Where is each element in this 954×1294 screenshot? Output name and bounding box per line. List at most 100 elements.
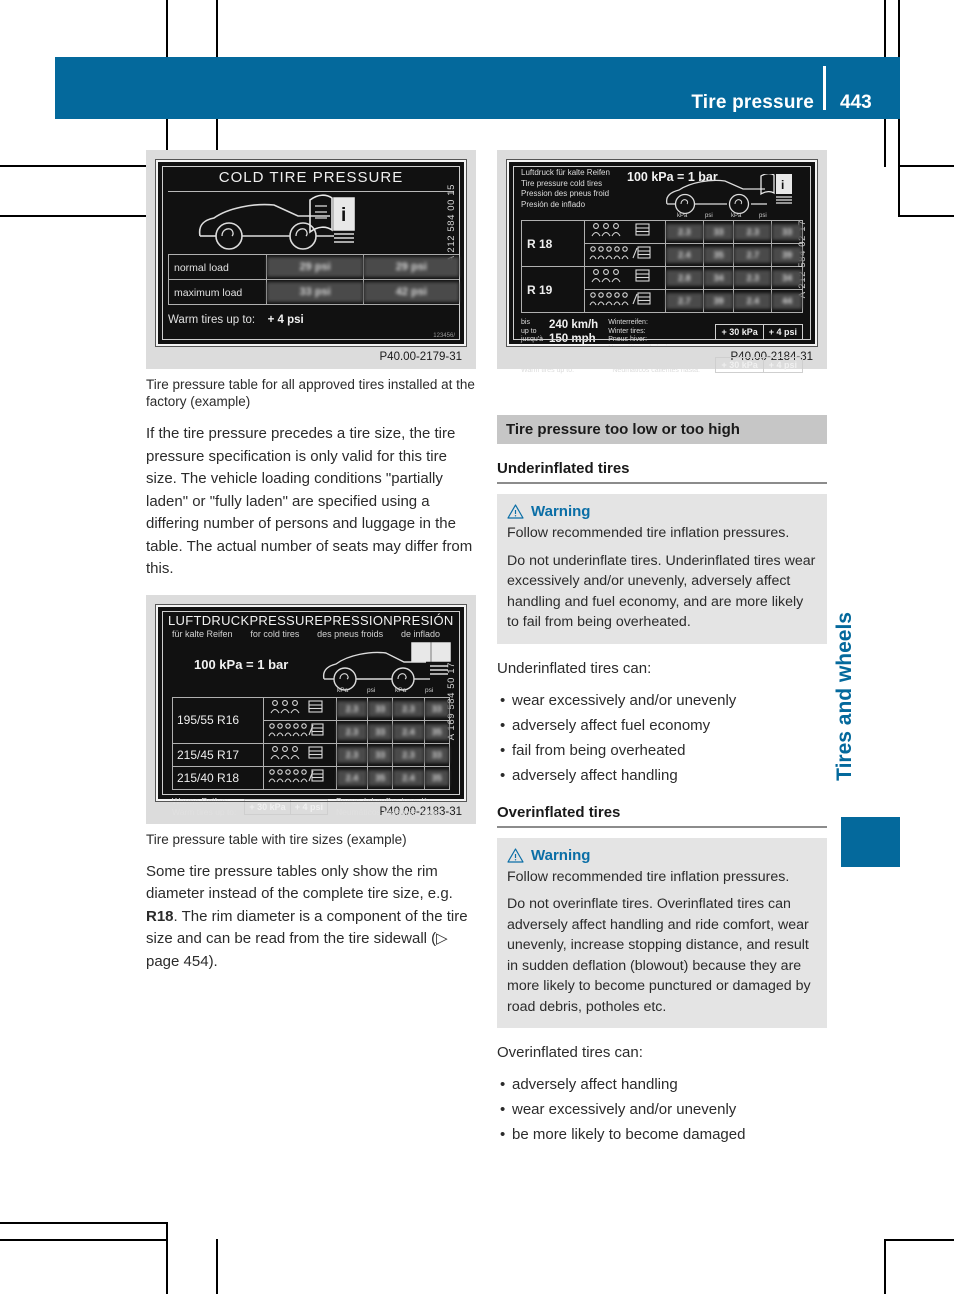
figure-cold-tire-pressure: COLD TIRE PRESSURE A 212 584 00 15 i nor…	[146, 150, 476, 369]
plate-rim-pressure: A 212 584 02 17 Luftdruck für kalte Reif…	[506, 159, 818, 374]
plate-cold-tire-pressure: COLD TIRE PRESSURE A 212 584 00 15 i nor…	[155, 159, 467, 347]
warning-header: Warning	[507, 503, 817, 520]
cropmark-tl-h1	[0, 165, 168, 167]
warm-value-kpa: + 30 kPa	[716, 358, 764, 372]
header-line-en: Tire pressure cold tires	[521, 178, 603, 188]
pressure-value: 2.4	[666, 247, 703, 263]
chapter-tab-label: Tires and wheels	[833, 612, 856, 781]
plate-title-de: LUFTDRUCK	[168, 612, 250, 628]
car-and-book-icon: i	[198, 194, 355, 250]
speed-mph: 150 mph	[548, 333, 596, 345]
warm-label-en: Warm tires up to:	[521, 367, 575, 374]
winter-value-box: + 30 kPa + 4 psi	[715, 324, 803, 340]
paragraph-rim-diameter: Some tire pressure tables only show the …	[146, 861, 476, 974]
pressure-value: 34	[772, 270, 802, 286]
pressure-value: 35	[424, 769, 449, 786]
pressure-value: 2.4	[337, 769, 368, 786]
pressure-value: 2.8	[666, 270, 703, 286]
warning-box-overinflated: Warning Follow recommended tire inflatio…	[497, 837, 827, 1028]
page-number: 443	[840, 92, 872, 113]
car-and-book-icon: i kPa psi kPa psi	[665, 174, 792, 219]
warm-value-psi: + 4 psi	[768, 360, 797, 370]
pressure-value: 42 psi	[363, 282, 459, 302]
table-row: 215/45 R17 2.3 33 2.3 33	[172, 742, 451, 767]
pressure-value: 33	[368, 746, 393, 763]
pressure-value: 35	[424, 723, 449, 740]
cropmark-bl-v1	[166, 1222, 168, 1294]
winter-label-en: Winter tires:	[608, 327, 646, 335]
left-column: COLD TIRE PRESSURE A 212 584 00 15 i nor…	[146, 150, 476, 973]
winter-label-fr: Pneus hiver:	[608, 336, 648, 343]
speed-label-es: hasta	[521, 344, 539, 352]
pressure-value: 2.3	[337, 746, 368, 763]
subheading-underinflated: Underinflated tires	[497, 460, 827, 484]
pressure-value: 2.3	[734, 224, 772, 240]
occupants-luggage-icon	[589, 246, 651, 260]
speed-winter-row: bis up to jusqu'à hasta 240 km/h 150 mph…	[521, 318, 803, 353]
warm-label-de: Warme Reifenbis:	[521, 358, 577, 365]
occupants-icon	[591, 269, 650, 283]
tire-size: 215/45 R17	[177, 747, 240, 762]
table-row: R 18 2.3 33 2.3 33	[521, 220, 803, 267]
pressure-value: 2.3	[734, 270, 772, 286]
header-line-de: Luftdruck für kalte Reifen	[521, 168, 610, 177]
pressure-value: 2.3	[393, 700, 424, 717]
winter-value-kpa: + 30 kPa	[716, 325, 764, 339]
warm-label-es: Neumáticos calientes hasta:	[335, 806, 443, 817]
lead-overinflated: Overinflated tires can:	[497, 1044, 643, 1061]
rim-pressure-table: R 18 2.3 33 2.3 33 2.4 35 2.7 39 R 19 2.…	[521, 220, 803, 313]
warm-tires-row: Warme Reifenbis: Warm tires up to: Pneus…	[521, 357, 803, 375]
pressure-value: 33	[368, 723, 393, 740]
warning-paragraph-1: Follow recommended tire inflation pressu…	[507, 868, 790, 885]
table-row: maximum load 33 psi 42 psi	[167, 279, 461, 305]
warm-tires-value: + 4 psi	[267, 314, 304, 326]
subheading-overinflated: Overinflated tires	[497, 804, 827, 828]
warm-tires-row: Warm tires up to: + 4 psi	[168, 310, 454, 328]
pressure-value: 35	[703, 247, 734, 263]
pressure-value: 33	[424, 700, 449, 717]
speed-label-en: up to	[521, 327, 537, 335]
pressure-value: 2.4	[734, 293, 772, 309]
bullet-list-overinflated: adversely affect handling wear excessive…	[497, 1072, 827, 1147]
warning-box-underinflated: Warning Follow recommended tire inflatio…	[497, 494, 827, 644]
plate-luftdruck: A 169 584 50 17 LUFTDRUCK PRESSURE PRESS…	[155, 603, 467, 817]
cropmark-br-v1	[884, 1239, 886, 1294]
warm-labels-left: Warme Reifenbis: Warm tires up to:	[521, 357, 576, 375]
pressure-value: 2.3	[666, 224, 703, 240]
figure-caption: Tire pressure table for all approved tir…	[146, 377, 475, 409]
pressure-value: 2.4	[393, 769, 424, 786]
winter-label-es: Neumáticos de invierno:	[608, 344, 684, 352]
unit-psi: psi	[367, 687, 375, 694]
header-line-es: Presión de inflado	[521, 199, 586, 209]
winter-label-de: Winterreifen:	[608, 319, 648, 326]
table-row: normal load 29 psi 29 psi	[167, 254, 461, 280]
pressure-value: 33	[703, 224, 734, 240]
tire-size-pressure-table: 195/55 R16 2.3 33 2.3 33 2.3 33 2.4 35 2…	[172, 696, 451, 790]
plate-header-lines: Luftdruck für kalte Reifen Tire pressure…	[521, 168, 610, 210]
warning-paragraph-1: Follow recommended tire inflation pressu…	[507, 525, 790, 541]
list-item: adversely affect handling	[497, 1072, 827, 1097]
tire-size: 215/40 R18	[177, 770, 240, 785]
load-label-normal: normal load	[174, 262, 229, 274]
pressure-value: 29 psi	[363, 257, 459, 277]
cropmark-bl-h2	[0, 1239, 168, 1241]
paragraph-tire-pressure-info: If the tire pressure precedes a tire siz…	[146, 425, 473, 577]
unit-psi: psi	[425, 687, 433, 694]
figure-caption: Tire pressure table with tire sizes (exa…	[146, 831, 407, 847]
cropmark-tl-h2	[0, 215, 168, 217]
plate-subtitle-en: for cold tires	[250, 628, 300, 639]
header-divider	[823, 66, 826, 110]
right-column: A 212 584 02 17 Luftdruck für kalte Reif…	[497, 150, 827, 1147]
warm-value-box: + 30 kPa + 4 psi	[244, 798, 328, 815]
plate-header-row: Luftdruck für kalte Reifen Tire pressure…	[509, 162, 815, 220]
page-title: Tire pressure	[691, 92, 814, 113]
pressure-value: 2.7	[734, 247, 772, 263]
warm-tires-row: Warme Reifen: Warm tires up to: + 30 kPa…	[172, 796, 450, 818]
list-item: be more likely to become damaged	[497, 1122, 827, 1147]
pressure-value: 39	[703, 293, 734, 309]
occupants-icon	[591, 223, 650, 237]
svg-text:i: i	[781, 178, 784, 192]
pressure-value: 2.3	[337, 723, 368, 740]
list-item: adversely affect handling	[497, 763, 827, 788]
pressure-value: 34	[703, 270, 734, 286]
